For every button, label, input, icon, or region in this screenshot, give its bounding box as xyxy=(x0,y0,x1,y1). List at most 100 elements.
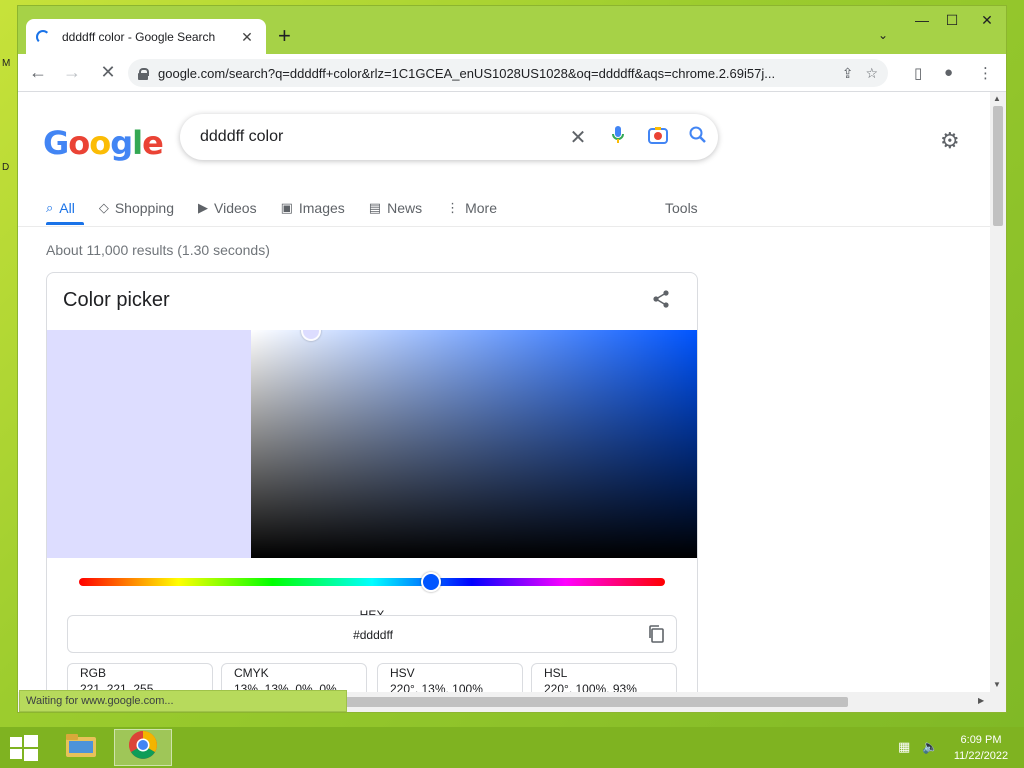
saturation-value-picker[interactable] xyxy=(251,330,697,558)
hue-slider-handle[interactable] xyxy=(420,572,441,592)
loading-spinner-icon xyxy=(36,30,50,44)
camera-lens-icon[interactable] xyxy=(638,126,678,149)
side-panel-icon[interactable]: ▯ xyxy=(914,64,922,82)
volume-icon[interactable]: 🔈 xyxy=(922,739,938,755)
tab-images[interactable]: ▣ Images xyxy=(281,196,345,220)
format-value[interactable]: 220°, 100%, 93% xyxy=(544,682,637,692)
tag-icon: ◇ xyxy=(98,200,109,215)
status-bubble: Waiting for www.google.com... xyxy=(19,690,347,712)
tab-videos[interactable]: ▶ Videos xyxy=(198,196,257,220)
scroll-down-icon[interactable]: ▼ xyxy=(993,680,1001,689)
tab-news[interactable]: ▤ News xyxy=(369,196,422,220)
image-icon: ▣ xyxy=(280,200,293,215)
card-title: Color picker xyxy=(63,289,170,311)
tab-all[interactable]: ⌕ All xyxy=(46,196,75,220)
file-explorer-button[interactable] xyxy=(52,729,110,766)
search-icon: ⌕ xyxy=(46,200,54,215)
news-icon: ▤ xyxy=(368,200,382,215)
tab-title: ddddff color - Google Search xyxy=(62,30,216,44)
tab-more[interactable]: ⋮ More xyxy=(446,196,497,220)
logo-letter: e xyxy=(142,124,164,162)
clear-search-icon[interactable]: ✕ xyxy=(558,125,598,150)
hex-field[interactable]: #ddddff xyxy=(67,615,677,653)
tab-search-chevron-icon[interactable]: ⌄ xyxy=(878,28,888,42)
vertical-scroll-thumb[interactable] xyxy=(993,106,1003,226)
folder-icon xyxy=(65,731,97,764)
bookmark-star-icon[interactable]: ☆ xyxy=(865,65,878,82)
desktop-icon-label: D xyxy=(2,162,10,173)
browser-toolbar: ← → ✕ google.com/search?q=ddddff+color&r… xyxy=(18,54,1006,92)
search-magnifier-icon[interactable] xyxy=(678,126,718,149)
search-results-page: Google ddddff color ✕ ⚙ ⌕ All ◇ Shopping xyxy=(18,92,990,692)
rgb-field[interactable]: RGB 221, 221, 255 xyxy=(67,663,213,692)
share-icon[interactable] xyxy=(651,289,671,309)
scroll-right-icon[interactable]: ▶ xyxy=(978,696,984,705)
url-text[interactable]: google.com/search?q=ddddff+color&rlz=1C1… xyxy=(158,66,830,81)
back-arrow-icon[interactable]: ← xyxy=(24,62,52,83)
cmyk-field[interactable]: CMYK 13%, 13%, 0%, 0% xyxy=(221,663,367,692)
microphone-icon[interactable] xyxy=(598,125,638,150)
more-vertical-icon: ⋮ xyxy=(446,200,460,215)
maximize-icon[interactable]: ☐ xyxy=(938,12,966,29)
tab-label: More xyxy=(465,200,498,216)
hsl-field[interactable]: HSL 220°, 100%, 93% xyxy=(531,663,677,692)
color-preview-swatch xyxy=(47,330,251,558)
format-value[interactable]: 220°, 13%, 100% xyxy=(390,682,483,692)
search-input[interactable]: ddddff color xyxy=(200,128,558,146)
network-icon[interactable]: ▦ xyxy=(898,739,910,755)
clock-time: 6:09 PM xyxy=(960,734,1002,746)
tools-button[interactable]: Tools xyxy=(665,200,698,216)
new-tab-plus-icon[interactable]: + xyxy=(278,25,291,47)
play-icon: ▶ xyxy=(198,200,209,215)
tab-close-icon[interactable]: ✕ xyxy=(238,29,256,46)
address-bar[interactable]: google.com/search?q=ddddff+color&rlz=1C1… xyxy=(128,59,888,87)
logo-letter: l xyxy=(132,124,143,162)
close-window-icon[interactable]: ✕ xyxy=(973,12,1001,29)
tab-shopping[interactable]: ◇ Shopping xyxy=(99,196,174,220)
share-page-icon[interactable]: ⇪ xyxy=(842,65,854,82)
format-label: CMYK xyxy=(234,666,269,680)
format-label: HSV xyxy=(390,666,415,680)
nav-divider xyxy=(18,226,990,227)
format-label: HSL xyxy=(544,666,568,680)
forward-arrow-icon[interactable]: → xyxy=(58,62,86,83)
profile-avatar-icon[interactable]: ● xyxy=(944,64,953,81)
hue-slider[interactable] xyxy=(79,578,665,586)
clock-date: 11/22/2022 xyxy=(953,750,1009,762)
copy-icon[interactable] xyxy=(646,624,666,644)
results-count: About 11,000 results (1.30 seconds) xyxy=(46,242,270,258)
search-box[interactable]: ddddff color ✕ xyxy=(180,114,718,160)
tab-label: Shopping xyxy=(114,200,175,216)
title-bar: ddddff color - Google Search ✕ + ⌄ — ☐ ✕ xyxy=(18,6,1006,55)
vertical-scrollbar[interactable]: ▲ ▼ xyxy=(990,92,1006,692)
minimize-icon[interactable]: — xyxy=(908,12,936,28)
chrome-menu-icon[interactable]: ⋮ xyxy=(978,64,993,82)
tab-label: All xyxy=(59,200,75,216)
desktop-edge: M D xyxy=(0,0,12,768)
sv-black-layer xyxy=(251,330,697,558)
search-nav-tabs: ⌕ All ◇ Shopping ▶ Videos ▣ Images ▤ New… xyxy=(46,196,521,220)
stop-loading-x-icon[interactable]: ✕ xyxy=(94,62,122,83)
settings-gear-icon[interactable]: ⚙ xyxy=(940,128,960,154)
google-logo[interactable]: Google xyxy=(43,124,164,162)
chrome-window: ddddff color - Google Search ✕ + ⌄ — ☐ ✕… xyxy=(17,5,1007,713)
tab-label: Videos xyxy=(214,200,257,216)
logo-letter: G xyxy=(43,124,69,162)
logo-letter: g xyxy=(110,124,133,162)
logo-letter: o xyxy=(68,124,90,162)
chrome-taskbar-button[interactable] xyxy=(114,729,172,766)
system-clock[interactable]: 6:09 PM 11/22/2022 xyxy=(944,732,1018,764)
hex-value[interactable]: #ddddff xyxy=(68,628,678,642)
logo-letter: o xyxy=(89,124,111,162)
format-label: RGB xyxy=(80,666,107,680)
color-picker-card: Color picker HEX #ddddff RGB xyxy=(46,272,698,692)
taskbar: ▦ 🔈 6:09 PM 11/22/2022 xyxy=(0,727,1024,768)
hsv-field[interactable]: HSV 220°, 13%, 100% xyxy=(377,663,523,692)
windows-start-icon[interactable] xyxy=(10,735,38,761)
active-tab-indicator xyxy=(46,222,84,225)
lock-icon[interactable] xyxy=(138,67,149,80)
tab-label: News xyxy=(387,200,423,216)
browser-tab[interactable]: ddddff color - Google Search ✕ xyxy=(26,19,266,55)
chrome-icon xyxy=(128,730,158,765)
scroll-up-icon[interactable]: ▲ xyxy=(993,94,1001,103)
